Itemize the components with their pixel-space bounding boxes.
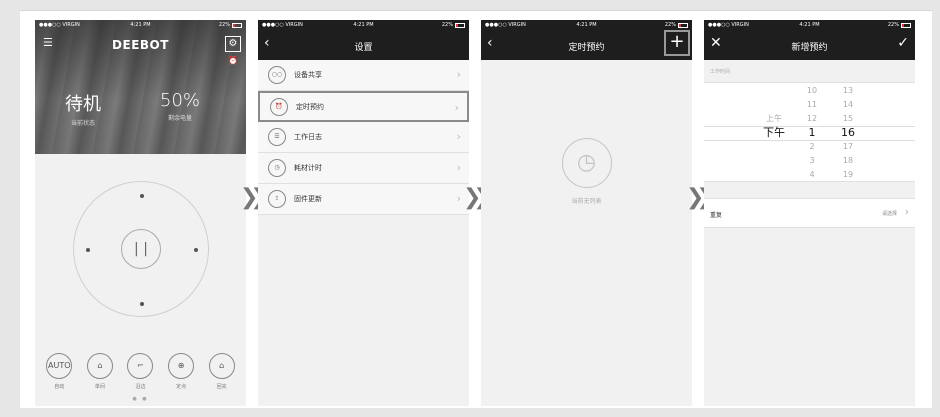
minute-column[interactable]: 13 14 15 16 17 18 19 (834, 84, 862, 184)
hour-column[interactable]: 10 11 12 1 2 3 4 (800, 84, 824, 184)
left-dot[interactable] (86, 248, 90, 252)
chevron-right-icon: › (456, 192, 461, 205)
down-dot[interactable] (140, 302, 144, 306)
page-indicator: ● ● (132, 396, 149, 402)
add-schedule-button[interactable]: + (664, 30, 690, 56)
screen-new-schedule: ●●●○○ VIRGIN 4:21 PM 22% ✕ 新增预约 ✓ 工作时间 上… (704, 20, 915, 406)
status-bar: ●●●○○ VIRGIN 4:21 PM 22% (704, 20, 915, 30)
alarm-clock-icon: ◷ (561, 138, 612, 188)
chevron-right-icon: › (454, 101, 459, 114)
share-icon: ○○ (268, 66, 286, 84)
screen-home: ●●●○○ VIRGIN 4:21 PM 22% ☰ DEEBOT ⚙ ⏰ 待机… (35, 20, 246, 406)
edge-icon: ⌐ (127, 353, 154, 379)
page-title: 设置 (354, 43, 373, 53)
screen-schedule: ●●●○○ VIRGIN 4:21 PM 22% ‹ 定时预约 + ◷ 当前无列… (481, 20, 692, 406)
log-icon: ☰ (268, 128, 286, 146)
alarm-clock-icon: ⏰ (270, 97, 288, 116)
settings-item-schedule[interactable]: ⏰ 定时预约 › (258, 91, 469, 122)
mode-return[interactable]: ⌂ 回充 (203, 353, 241, 390)
navbar: ●●●○○ VIRGIN 4:21 PM 22% ‹ 定时预约 + (481, 20, 692, 60)
settings-item-share[interactable]: ○○ 设备共享 › (258, 60, 469, 91)
mode-spot[interactable]: ⊕ 定点 (162, 353, 200, 390)
battery-icon (455, 22, 465, 28)
mode-auto[interactable]: AUTO 自动 (40, 353, 78, 390)
repeat-row[interactable]: 重复 请选择 › (704, 198, 915, 228)
empty-state: ◷ 当前无列表 (481, 138, 692, 205)
house-icon: ⌂ (86, 353, 113, 379)
settings-item-firmware[interactable]: ⇪ 固件更新 › (258, 184, 469, 215)
alarm-clock-icon[interactable]: ⏰ (228, 56, 238, 65)
right-dot[interactable] (194, 248, 198, 252)
status-bar: ●●●○○ VIRGIN 4:21 PM 22% (481, 20, 692, 30)
gear-icon[interactable]: ⚙ (225, 36, 241, 52)
time-picker[interactable]: 上午 下午 10 11 12 1 2 3 4 13 14 15 16 17 18… (704, 82, 915, 182)
settings-list: ○○ 设备共享 › ⏰ 定时预约 › ☰ 工作日志 › ◷ 耗材计时 › ⇪ 固件更新 › (258, 60, 469, 215)
checkmark-icon[interactable]: ✓ (897, 35, 909, 51)
direction-pad[interactable]: | | (73, 181, 209, 317)
page-title: 定时预约 (568, 43, 605, 53)
up-dot[interactable] (140, 194, 144, 198)
chevron-right-icon: › (456, 68, 461, 81)
auto-icon: AUTO (46, 353, 73, 379)
navbar: ●●●○○ VIRGIN 4:21 PM 22% ‹ 设置 (258, 20, 469, 60)
page-title: 新增预约 (791, 43, 828, 53)
mode-edge[interactable]: ⌐ 沿边 (121, 353, 159, 390)
battery-stat: 50% 剩余电量 (160, 90, 201, 122)
screen-settings: ●●●○○ VIRGIN 4:21 PM 22% ‹ 设置 ○○ 设备共享 › ⏰ 定… (258, 20, 469, 406)
chevron-right-icon: › (456, 161, 461, 174)
spot-icon: ⊕ (168, 353, 195, 379)
timer-icon: ◷ (268, 159, 286, 177)
battery-icon (232, 22, 242, 28)
chevron-right-icon: › (456, 130, 461, 143)
settings-item-consumables[interactable]: ◷ 耗材计时 › (258, 153, 469, 184)
work-time-label: 工作时间 (710, 69, 731, 75)
brand-title: DEEBOT (112, 38, 169, 52)
pause-button[interactable]: | | (121, 229, 161, 269)
mode-room[interactable]: ⌂ 单间 (81, 353, 119, 390)
battery-icon (678, 22, 688, 28)
battery-icon (901, 22, 911, 28)
firmware-icon: ⇪ (268, 190, 286, 208)
status-bar: ●●●○○ VIRGIN 4:21 PM 22% (258, 20, 469, 30)
dock-icon: ⌂ (208, 353, 235, 379)
status-bar: ●●●○○ VIRGIN 4:21 PM 22% (35, 20, 246, 30)
ampm-column[interactable]: 上午 下午 (754, 84, 794, 184)
mode-bar: AUTO 自动 ⌂ 单间 ⌐ 沿边 ⊕ 定点 ⌂ 回充 (35, 353, 246, 390)
navbar: ●●●○○ VIRGIN 4:21 PM 22% ✕ 新增预约 ✓ (704, 20, 915, 60)
state-stat: 待机 当前状态 (65, 94, 101, 127)
settings-item-log[interactable]: ☰ 工作日志 › (258, 122, 469, 153)
chevron-right-icon: › (904, 205, 909, 218)
